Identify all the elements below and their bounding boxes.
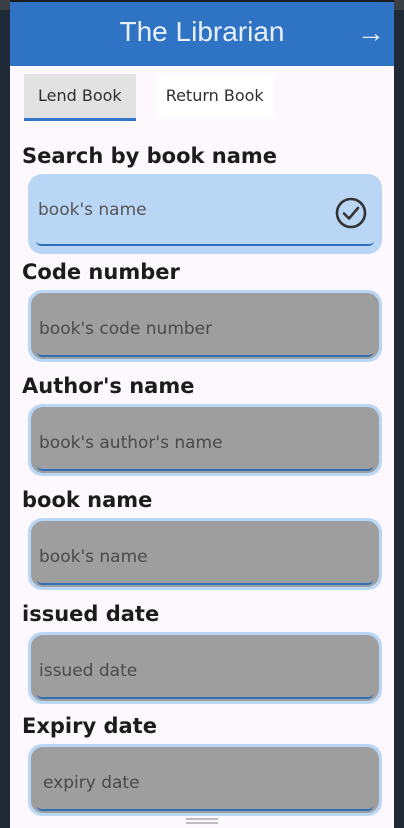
- issued-date-placeholder: issued date: [39, 661, 138, 681]
- author-underline: [37, 466, 373, 471]
- issued-date-input[interactable]: issued date: [31, 635, 379, 701]
- code-number-input[interactable]: book's code number: [31, 293, 379, 359]
- issued-date-field[interactable]: issued date: [28, 632, 382, 704]
- expiry-date-underline: [37, 806, 373, 811]
- drag-handle-icon[interactable]: [186, 818, 218, 824]
- book-name-underline: [37, 580, 373, 585]
- issued-date-label: issued date: [22, 602, 160, 626]
- tab-lend-book[interactable]: Lend Book: [24, 74, 136, 121]
- author-name-field[interactable]: book's author's name: [28, 404, 382, 476]
- issued-date-underline: [37, 694, 373, 699]
- search-underline: [36, 241, 374, 246]
- tab-return-book[interactable]: Return Book: [155, 74, 274, 118]
- book-name-input[interactable]: book's name: [31, 521, 379, 587]
- arrow-forward-icon[interactable]: →: [356, 16, 386, 50]
- search-placeholder: book's name: [38, 200, 147, 220]
- code-label: Code number: [22, 260, 180, 284]
- book-name-label: book name: [22, 488, 153, 512]
- expiry-date-field[interactable]: expiry date: [28, 744, 382, 816]
- book-name-placeholder: book's name: [39, 547, 148, 567]
- main-content: Lend Book Return Book Search by book nam…: [10, 66, 394, 828]
- author-label: Author's name: [22, 374, 195, 398]
- search-label: Search by book name: [22, 144, 278, 168]
- app-bar: The Librarian →: [10, 0, 394, 66]
- expiry-date-placeholder: expiry date: [43, 773, 140, 793]
- code-underline: [37, 352, 373, 357]
- book-name-field[interactable]: book's name: [28, 518, 382, 590]
- check-circle-icon[interactable]: [334, 196, 368, 230]
- tab-bar: Lend Book Return Book: [24, 74, 274, 121]
- expiry-date-label: Expiry date: [22, 714, 157, 738]
- app-title: The Librarian: [119, 16, 285, 47]
- search-field[interactable]: book's name: [28, 174, 382, 254]
- expiry-date-input[interactable]: expiry date: [31, 747, 379, 813]
- app-frame: The Librarian → Lend Book Return Book Se…: [0, 0, 404, 828]
- code-number-field[interactable]: book's code number: [28, 290, 382, 362]
- author-placeholder: book's author's name: [39, 433, 223, 453]
- author-name-input[interactable]: book's author's name: [31, 407, 379, 473]
- code-placeholder: book's code number: [39, 319, 213, 339]
